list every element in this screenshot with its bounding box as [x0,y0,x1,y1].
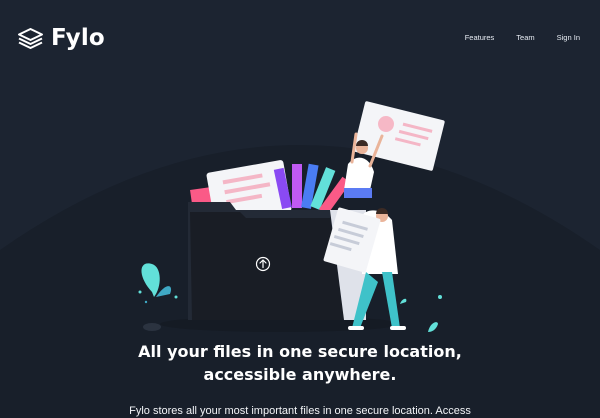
hero-title: All your files in one secure location, a… [0,340,600,386]
brand-name: Fylo [51,25,105,51]
hero-title-line-2: accessible anywhere. [203,365,397,384]
landing-page: Fylo Features Team Sign In All your file… [0,0,600,418]
nav-sign-in[interactable]: Sign In [557,33,580,42]
color-swatches [273,163,351,215]
brand-logo[interactable]: Fylo [17,25,105,51]
hero-title-line-1: All your files in one secure location, [138,342,462,361]
hero-intro: Fylo stores all your most important file… [129,405,471,417]
main-nav: Features Team Sign In [465,33,580,42]
site-header: Fylo Features Team Sign In [0,0,600,76]
stacked-layers-icon [18,28,43,49]
person-holding-card [344,101,445,198]
folder-graphic [190,212,344,320]
nav-team[interactable]: Team [516,33,534,42]
hero-illustration [138,101,445,332]
nav-features[interactable]: Features [465,33,495,42]
